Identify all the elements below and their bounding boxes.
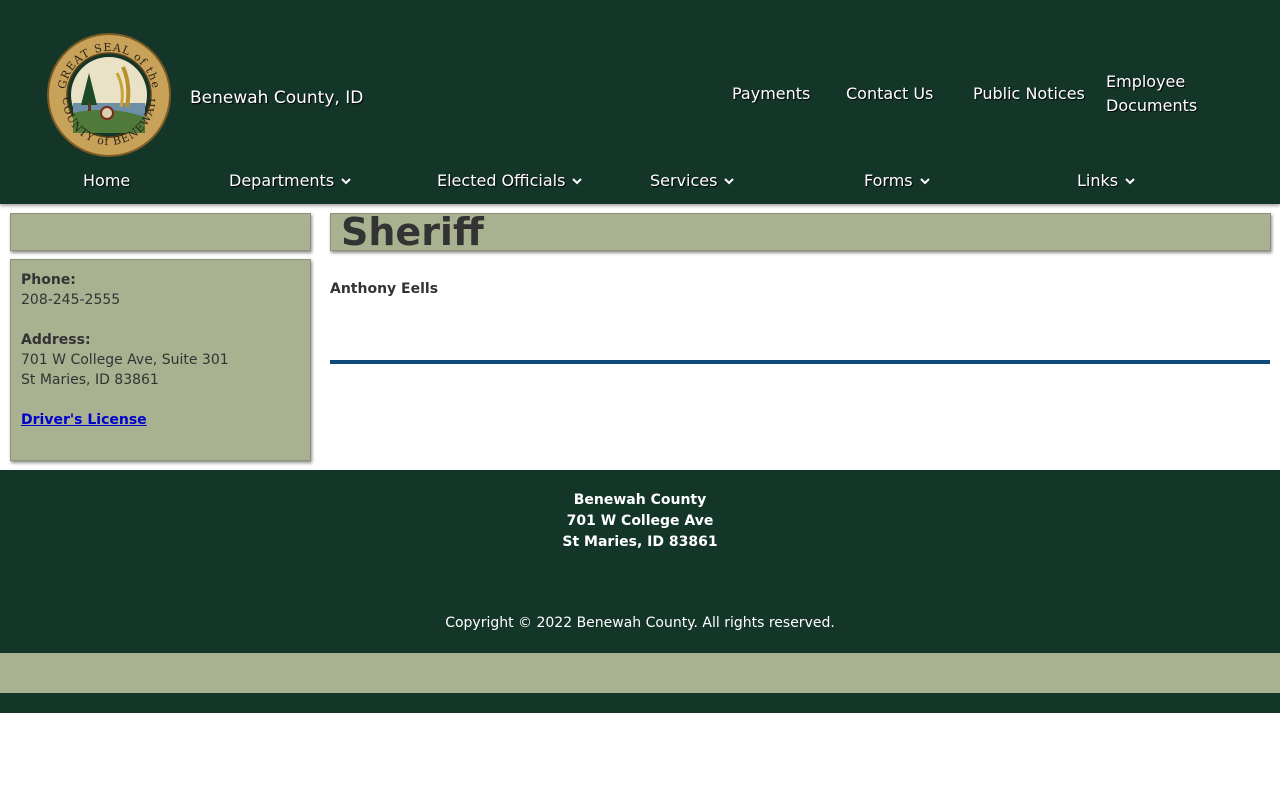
footer-address: Benewah County 701 W College Ave St Mari… <box>0 490 1280 553</box>
footer-street: 701 W College Ave <box>566 513 714 529</box>
address-line-2: St Maries, ID 83861 <box>21 372 159 388</box>
nav-departments[interactable]: Departments <box>229 170 352 192</box>
footer-bottom-band <box>0 693 1280 713</box>
chevron-down-icon <box>919 178 930 185</box>
nav-services[interactable]: Services <box>650 170 735 192</box>
site-name[interactable]: Benewah County, ID <box>190 88 363 108</box>
chevron-down-icon <box>724 178 735 185</box>
nav-links-label: Links <box>1077 171 1119 190</box>
contact-us-link[interactable]: Contact Us <box>846 82 933 106</box>
divider <box>330 360 1270 364</box>
nav-forms[interactable]: Forms <box>864 170 931 192</box>
chevron-down-icon <box>1125 178 1135 185</box>
page-title: Sheriff <box>341 210 484 254</box>
site-header: GREAT SEAL of the COUNTY of BENEWAH Bene… <box>0 0 1280 204</box>
nav-forms-label: Forms <box>864 171 913 190</box>
drivers-license-link[interactable]: Driver's License <box>21 412 147 428</box>
nav-services-label: Services <box>650 171 718 190</box>
footer-city: St Maries, ID 83861 <box>562 534 718 550</box>
chevron-down-icon <box>341 178 351 185</box>
site-footer: Benewah County 701 W College Ave St Mari… <box>0 470 1280 653</box>
nav-home-label: Home <box>83 171 131 190</box>
chevron-down-icon <box>572 178 583 185</box>
nav-elected-officials-label: Elected Officials <box>437 171 566 190</box>
address-label: Address: <box>21 332 91 348</box>
nav-home[interactable]: Home <box>83 170 130 192</box>
sheriff-name: Anthony Eells <box>330 281 439 297</box>
footer-org: Benewah County <box>573 492 707 508</box>
page-title-bar: Sheriff <box>330 210 1271 254</box>
phone-label: Phone: <box>21 272 76 288</box>
nav-departments-label: Departments <box>229 171 335 190</box>
county-seal-icon[interactable]: GREAT SEAL of the COUNTY of BENEWAH <box>47 33 171 157</box>
phone-value: 208-245-2555 <box>21 292 121 308</box>
public-notices-link[interactable]: Public Notices <box>973 82 1085 106</box>
footer-band <box>0 653 1280 693</box>
nav-links[interactable]: Links <box>1077 170 1136 192</box>
employee-documents-link[interactable]: Employee Documents <box>1106 70 1216 118</box>
nav-elected-officials[interactable]: Elected Officials <box>437 170 583 192</box>
contact-info-panel: Phone: 208-245-2555 Address: 701 W Colle… <box>10 259 311 461</box>
copyright: Copyright © 2022 Benewah County. All rig… <box>445 615 835 631</box>
sidebar-header-panel <box>10 213 311 251</box>
payments-link[interactable]: Payments <box>732 82 810 106</box>
address-line-1: 701 W College Ave, Suite 301 <box>21 352 229 368</box>
